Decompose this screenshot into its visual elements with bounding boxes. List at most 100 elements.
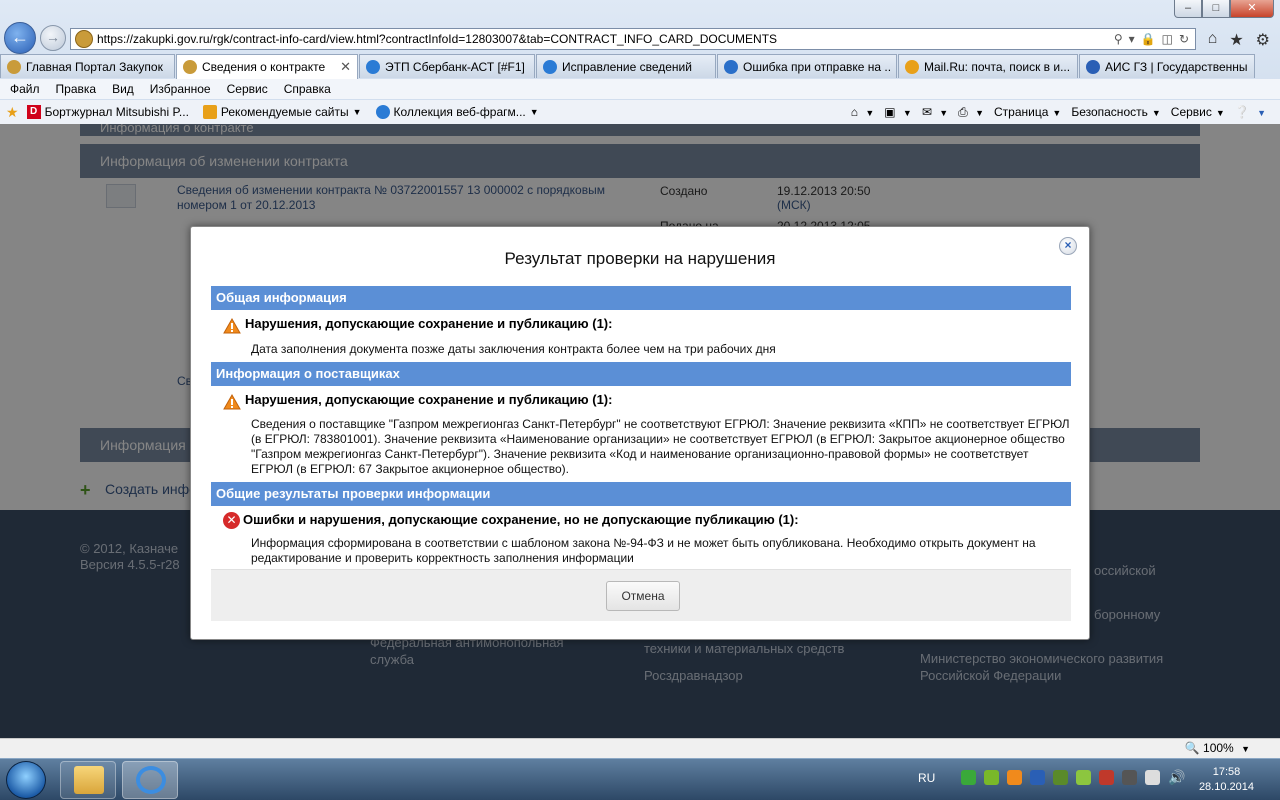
home-icon[interactable]: ⌂ [1208,30,1218,50]
mail-icon[interactable]: ✉ ▼ [922,105,948,119]
nvidia-icon[interactable] [984,770,1000,785]
tab-label: Исправление сведений [562,59,692,74]
minimize-button[interactable]: – [1174,0,1202,18]
tab-label: Mail.Ru: почта, поиск в и... [924,59,1071,74]
fav-label: Рекомендуемые сайты [220,105,349,119]
clock-date: 28.10.2014 [1198,781,1254,793]
start-button[interactable] [6,761,46,799]
lock-icon[interactable]: 🔒 [1141,32,1156,46]
tab-send-error[interactable]: Ошибка при отправке на ... [717,54,897,78]
tab-strip: Главная Портал Закупок Сведения о контра… [0,54,1280,79]
emblem-icon [183,60,197,74]
taskbar-explorer[interactable] [60,761,116,799]
dialog-close-button[interactable]: × [1059,237,1077,255]
shield-icon[interactable] [1076,770,1092,785]
search-icon[interactable]: ⚲ [1114,32,1123,46]
tab-ais-gz[interactable]: АИС ГЗ | Государственны... [1079,54,1255,78]
arrow-left-icon: ← [11,27,29,47]
tab-label: Главная Портал Закупок [26,59,163,74]
print-icon[interactable]: ⎙ ▼ [958,105,984,120]
tab-label: АИС ГЗ | Государственны... [1105,59,1248,74]
maximize-button[interactable]: □ [1202,0,1230,18]
gear-icon[interactable]: ⚙ [1256,30,1270,50]
ie-icon [366,59,380,74]
section-suppliers-message-body: Сведения о поставщике "Газпром межрегион… [251,417,1070,476]
tray-app-icon[interactable] [1099,770,1115,785]
section-general-message-body: Дата заполнения документа позже даты зак… [251,342,776,356]
tab-contract-info[interactable]: Сведения о контракте ✕ [176,54,358,79]
taskbar: RU 🔊 17:58 28.10.2014 [0,758,1280,800]
clock-time: 17:58 [1212,766,1241,778]
back-button[interactable]: ← [4,22,36,54]
tab-label: ЭТП Сбербанк-АСТ [#F1] [385,59,525,74]
section-general-header: Общая информация [211,286,1071,310]
section-overall-message-body: Информация сформирована в соответствии с… [251,536,1036,565]
tab-sberbank-ast[interactable]: ЭТП Сбербанк-АСТ [#F1] [359,54,535,78]
browser-toolbar-right: ⌂ ★ ⚙ [1208,30,1270,50]
volume-icon[interactable]: 🔊 [1168,769,1185,786]
dropdown-arrow-icon[interactable]: ▾ [1129,32,1135,46]
fav-suggested-sites[interactable]: Рекомендуемые сайты ▼ [202,105,362,119]
help-icon [724,59,738,74]
menu-file[interactable]: Файл [10,82,40,96]
ais-icon [1086,59,1100,74]
address-tools: ⚲ ▾ 🔒 ◫ ↻ [1114,32,1195,46]
error-icon: ✕ [223,512,240,529]
warning-icon [223,318,241,334]
favorites-star-icon[interactable]: ★ [6,104,19,121]
menu-edit[interactable]: Правка [56,82,97,96]
command-label: Страница [994,105,1049,119]
dialog-title: Результат проверки на нарушения [504,249,776,268]
close-tab-icon[interactable]: ✕ [340,59,351,75]
compatibility-icon[interactable]: ◫ [1162,32,1173,46]
command-security[interactable]: Безопасность ▼ [1071,105,1160,119]
command-page[interactable]: Страница ▼ [994,105,1061,119]
address-url[interactable]: https://zakupki.gov.ru/rgk/contract-info… [97,32,1114,46]
suggested-sites-icon [202,105,217,119]
zoom-control[interactable]: 🔍 100% ▼ [1185,741,1250,755]
refresh-icon[interactable]: ↻ [1179,32,1189,46]
tray-app-icon[interactable] [961,770,977,785]
menu-tools[interactable]: Сервис [227,82,268,96]
menu-view[interactable]: Вид [112,82,134,96]
tray-app-icon[interactable] [1007,770,1023,785]
tab-label: Сведения о контракте [202,60,326,74]
tab-main-portal[interactable]: Главная Портал Закупок [0,54,175,78]
ie-icon [136,766,166,794]
command-tools[interactable]: Сервис ▼ [1171,105,1225,119]
command-label: Безопасность [1071,105,1148,119]
menu-help[interactable]: Справка [284,82,331,96]
web-slice-icon [375,105,390,119]
help-icon[interactable]: ❔ ▼ [1235,105,1266,119]
system-tray: RU 🔊 [918,769,1186,786]
tray-app-icon[interactable] [1030,770,1046,785]
language-indicator[interactable]: RU [918,771,935,785]
window-controls: – □ ✕ [1174,0,1274,18]
status-bar: 🔍 100% ▼ [0,738,1280,758]
taskbar-internet-explorer[interactable] [122,761,178,799]
forward-button[interactable]: → [40,25,66,51]
star-icon: ★ [6,103,19,120]
command-bar: ⌂ ▼ ▣ ▼ ✉ ▼ ⎙ ▼ Страница ▼ Безопасность ▼ … [851,100,1266,124]
tray-app-icon[interactable] [1053,770,1069,785]
cancel-button[interactable]: Отмена [606,581,680,611]
fav-label: Коллекция веб-фрагм... [393,105,526,119]
address-bar[interactable]: https://zakupki.gov.ru/rgk/contract-info… [70,28,1196,50]
menu-bar: Файл Правка Вид Избранное Сервис Справка [0,79,1280,99]
home-icon[interactable]: ⌂ ▼ [851,105,875,119]
browser-chrome: – □ ✕ ← → https://zakupki.gov.ru/rgk/con… [0,0,1280,124]
fav-mitsubishi[interactable]: D Бортжурнал Mitsubishi P... [26,105,189,119]
star-icon[interactable]: ★ [1229,30,1243,50]
close-window-button[interactable]: ✕ [1230,0,1274,18]
tab-mailru[interactable]: Mail.Ru: почта, поиск в и... [898,54,1078,78]
clock[interactable]: 17:58 28.10.2014 [1199,765,1254,795]
fav-web-slices[interactable]: Коллекция веб-фрагм... ▼ [375,105,539,119]
chevron-down-icon: ▼ [529,107,539,117]
network-icon[interactable] [1145,770,1161,785]
dialog-footer: Отмена [211,569,1071,621]
rss-icon[interactable]: ▣ ▼ [884,105,912,119]
tab-correction[interactable]: Исправление сведений [536,54,716,78]
tray-app-icon[interactable] [1122,770,1138,785]
arrow-right-icon: → [46,29,60,45]
menu-favorites[interactable]: Избранное [150,82,211,96]
